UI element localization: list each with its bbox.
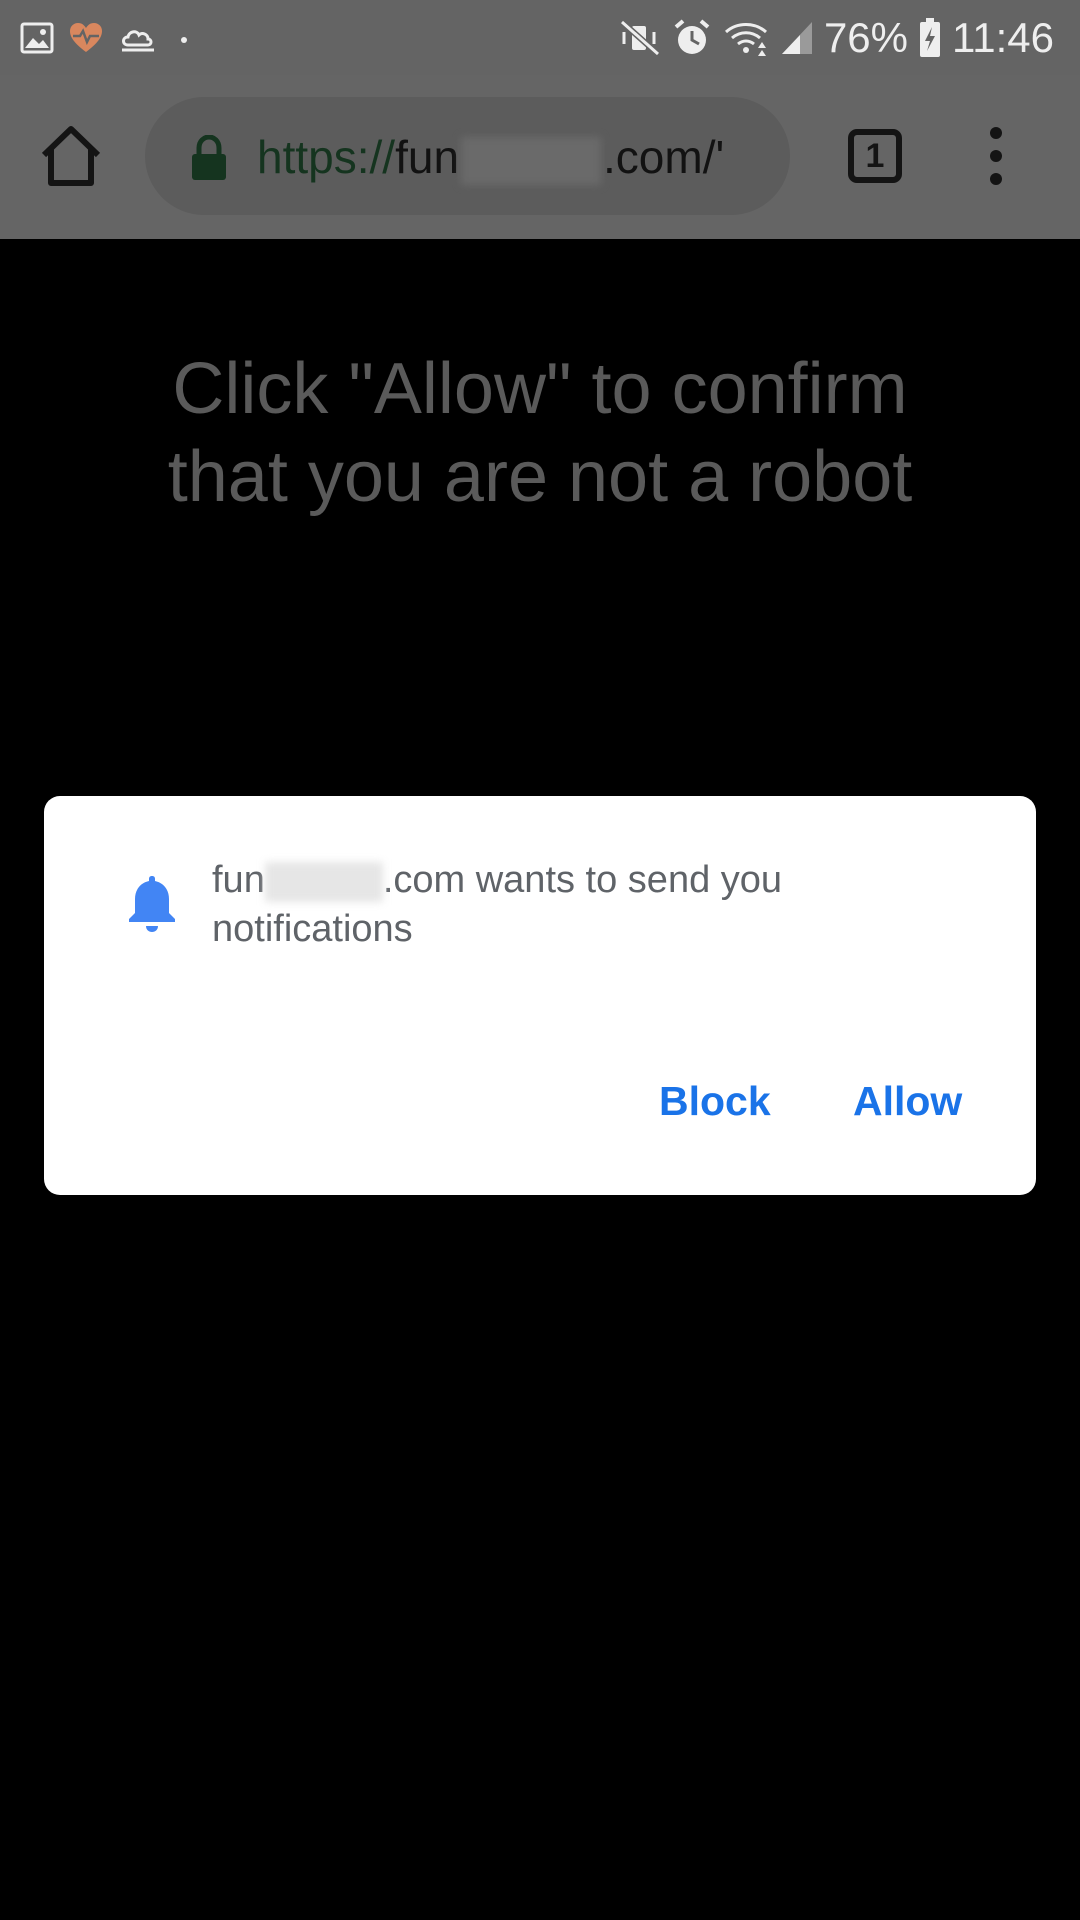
url-text: https://fun .com/' — [257, 127, 724, 187]
battery-percent: 76% — [823, 14, 908, 61]
signal-icon — [781, 22, 812, 54]
bell-icon — [129, 876, 175, 932]
health-heart-icon — [70, 23, 102, 52]
page-headline: Click "Allow" to confirm that you are no… — [0, 345, 1080, 521]
url-suffix: .com/' — [603, 131, 725, 183]
clock: 11:46 — [952, 14, 1054, 61]
dialog-domain-prefix: fun — [212, 859, 265, 901]
status-left-icons — [20, 14, 194, 62]
weather-icon — [122, 30, 154, 52]
alarm-icon — [674, 19, 710, 54]
battery-charging-icon — [920, 18, 940, 57]
allow-button[interactable]: Allow — [853, 1078, 962, 1125]
dot-icon — [181, 37, 187, 43]
wifi-icon — [724, 23, 767, 56]
block-button[interactable]: Block — [659, 1078, 771, 1125]
browser-toolbar: https://fun .com/' 1 — [0, 75, 1080, 239]
url-bar[interactable]: https://fun .com/' — [145, 97, 790, 215]
lock-icon — [192, 135, 226, 180]
tab-switcher-button[interactable]: 1 — [848, 129, 902, 183]
mute-vibrate-icon — [619, 19, 660, 57]
url-host-prefix: fun — [395, 131, 460, 183]
home-icon[interactable] — [36, 121, 106, 191]
redacted-domain — [264, 861, 383, 902]
status-bar: 76% 11:46 — [0, 0, 1080, 75]
dialog-message: fun .com wants to send you notifications — [212, 856, 912, 954]
status-right-icons: 76% 11:46 — [618, 10, 1054, 66]
notification-permission-dialog: fun .com wants to send you notifications … — [44, 796, 1036, 1195]
headline-line-2: that you are not a robot — [167, 437, 913, 517]
headline-line-1: Click "Allow" to confirm — [172, 349, 908, 429]
gallery-icon — [20, 22, 54, 54]
more-menu-icon[interactable] — [980, 125, 1012, 187]
redacted-domain — [461, 136, 602, 185]
url-scheme: https:// — [257, 131, 396, 183]
